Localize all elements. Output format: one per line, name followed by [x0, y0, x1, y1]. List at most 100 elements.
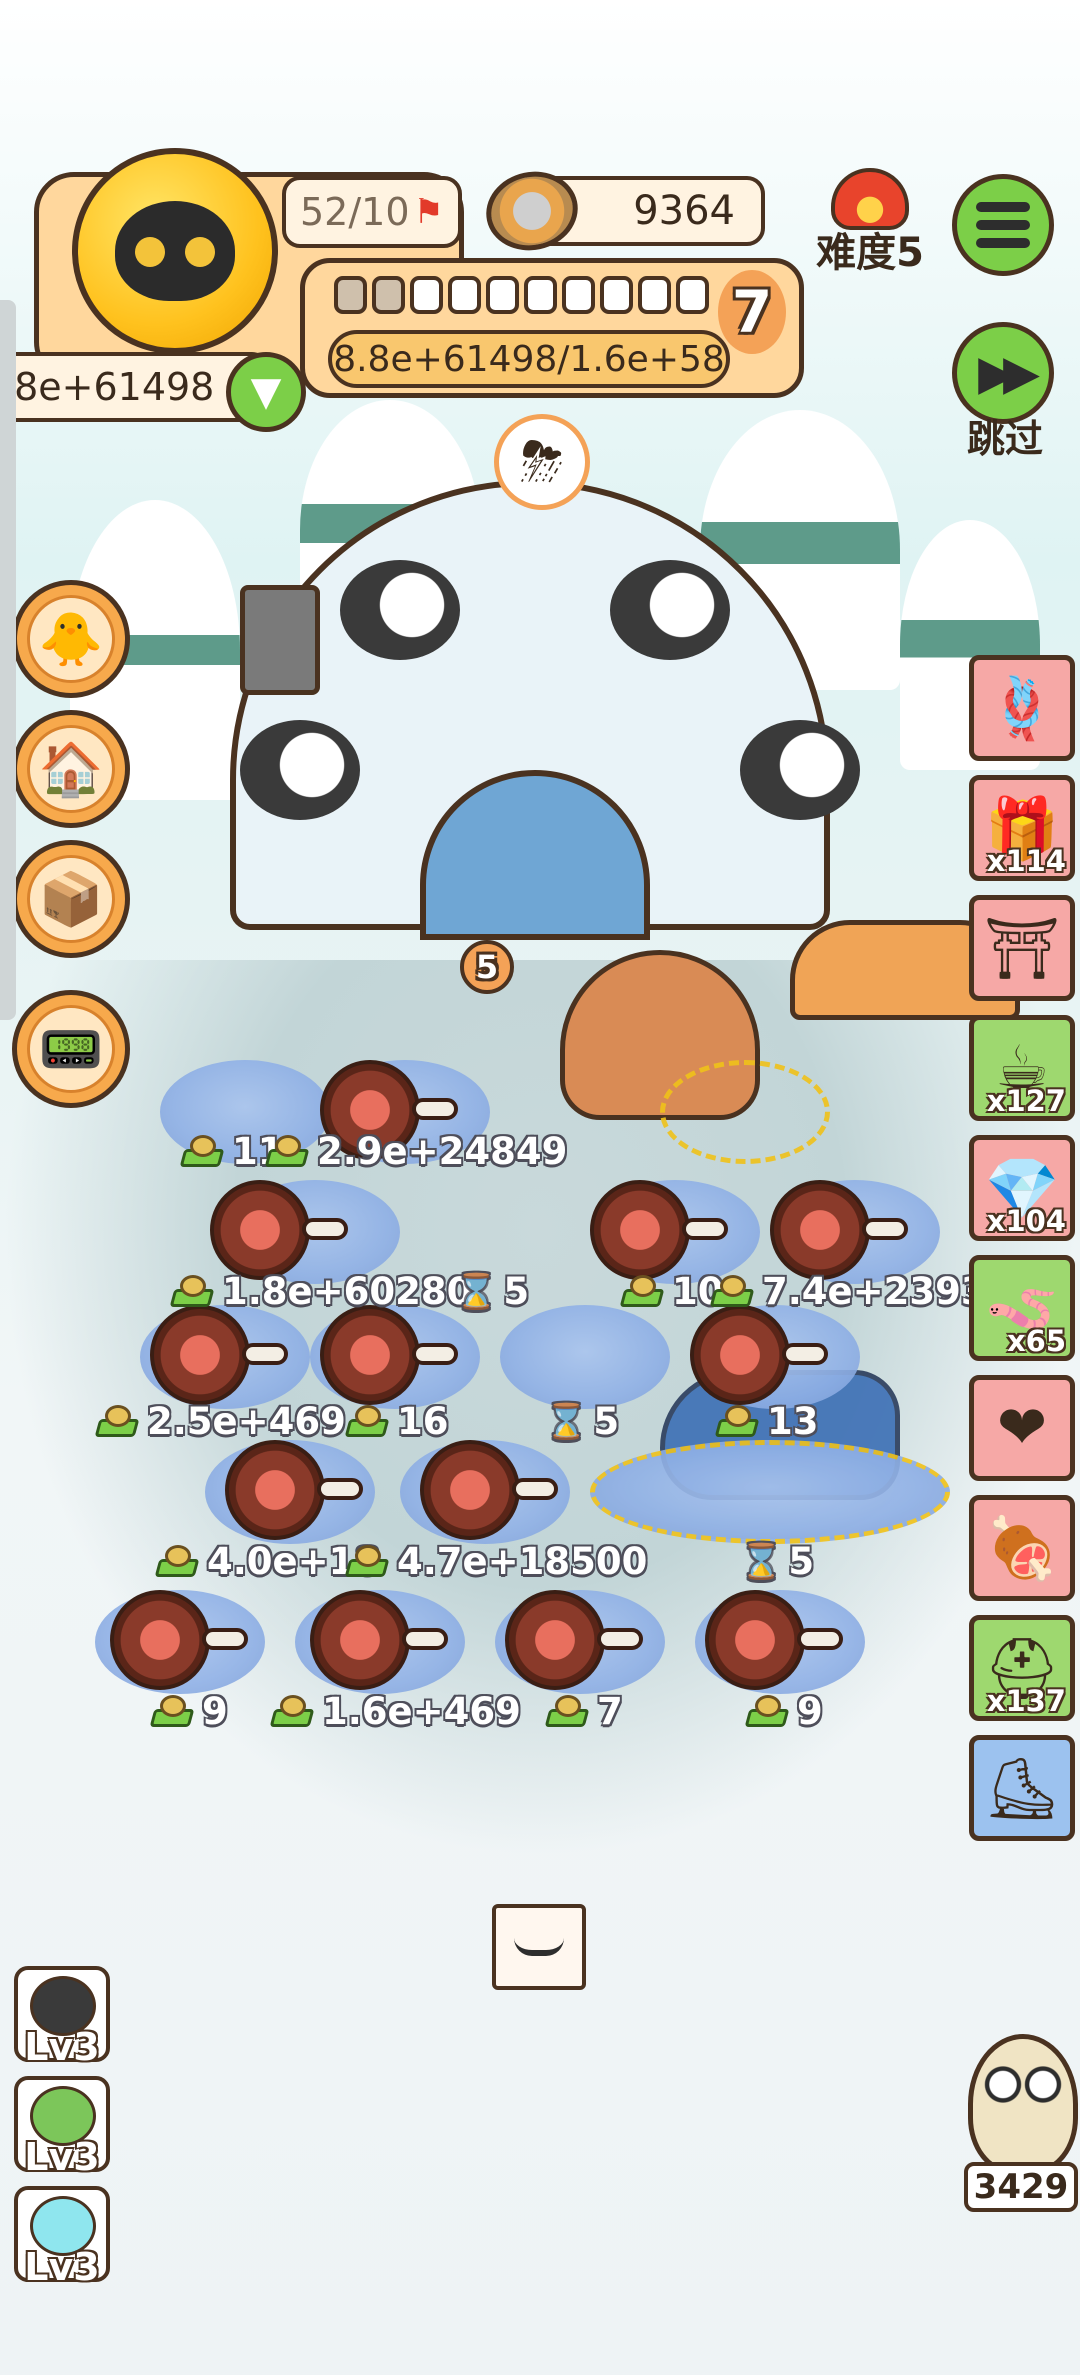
- list-icon: [976, 202, 1030, 212]
- stage-square: [676, 276, 709, 314]
- food-value-text: 16: [397, 1400, 449, 1443]
- meat-icon[interactable]: [320, 1305, 470, 1415]
- item-count: x137: [986, 1684, 1066, 1718]
- item-card-coffee[interactable]: ☕ x127: [969, 1015, 1075, 1121]
- item-card-worms[interactable]: 🪱 x65: [969, 1255, 1075, 1361]
- food-value-label: 1.8e+60280: [169, 1270, 472, 1313]
- weather-button[interactable]: ⛈: [494, 414, 590, 510]
- black-cat-face-icon: [115, 201, 235, 301]
- meal-count-text: 5: [475, 948, 499, 986]
- food-coin-icon: [149, 1694, 196, 1729]
- ice-pad[interactable]: [660, 1060, 830, 1164]
- item-card-gift-sack[interactable]: 🎁 x114: [969, 775, 1075, 881]
- menu-button[interactable]: [952, 174, 1054, 276]
- food-coin-icon: [269, 1694, 316, 1729]
- device-button[interactable]: 📟: [12, 990, 130, 1108]
- timer-label: ⌛ 5: [545, 1400, 619, 1443]
- meat-icon[interactable]: [225, 1440, 375, 1550]
- character-slot-ghost-cat[interactable]: Lv3: [14, 1966, 110, 2066]
- item-count: x104: [986, 1204, 1066, 1238]
- food-value-label: 10: [619, 1270, 724, 1313]
- item-card-lasso[interactable]: 🪢: [969, 655, 1075, 761]
- can-count: 9364: [633, 188, 735, 234]
- item-card-crystal[interactable]: 💎 x104: [969, 1135, 1075, 1241]
- timer-label: ⌛ 5: [740, 1540, 814, 1583]
- character-level: Lv3: [24, 2245, 100, 2289]
- chick-button[interactable]: 🐥: [12, 580, 130, 698]
- item-card-helmet[interactable]: ⛑ x137: [969, 1615, 1075, 1721]
- cat-tower-icon: 🏠: [27, 725, 115, 813]
- meat-icon[interactable]: [705, 1590, 855, 1700]
- stage-square: [486, 276, 519, 314]
- meat-icon[interactable]: [150, 1305, 300, 1415]
- shrine-icon: ⛩: [983, 913, 1061, 984]
- thunderstorm-icon: ⛈: [520, 430, 564, 493]
- dropdown-button[interactable]: ▼: [226, 352, 306, 432]
- screen-edge-bar: [0, 300, 16, 1020]
- puffin: [610, 560, 730, 660]
- item-card-heart-coral[interactable]: ❤: [969, 1375, 1075, 1481]
- food-value-text: 13: [767, 1400, 819, 1443]
- character-slot-cyan-cat[interactable]: Lv3: [14, 2186, 110, 2286]
- meat-icon[interactable]: [110, 1590, 260, 1700]
- food-value-text: 7.4e+2393: [762, 1270, 987, 1313]
- puffin: [240, 720, 360, 820]
- owl-score-text: 3429: [973, 2167, 1069, 2207]
- hourglass-icon: ⌛: [740, 1541, 783, 1582]
- hourglass-icon: ⌛: [545, 1401, 588, 1442]
- stage-number: 7: [718, 270, 786, 354]
- device-icon: 📟: [27, 1005, 115, 1093]
- food-value-label: 1.6e+469: [269, 1690, 521, 1733]
- puffin: [740, 720, 860, 820]
- meat-icon[interactable]: [420, 1440, 570, 1550]
- food-value-text: 4.7e+18500: [397, 1540, 648, 1583]
- box-button[interactable]: 📦: [12, 840, 130, 958]
- character-slot-green-cat[interactable]: Lv3: [14, 2076, 110, 2176]
- hanging-meat-icon: 🍖: [984, 1513, 1060, 1584]
- owl-helper[interactable]: 3429: [964, 2034, 1080, 2214]
- meal-count-badge: 5: [460, 940, 514, 994]
- food-value-label: 9: [744, 1690, 823, 1733]
- item-card-shrine[interactable]: ⛩: [969, 895, 1075, 1001]
- food-coin-icon: [154, 1544, 201, 1579]
- box-icon: 📦: [27, 855, 115, 943]
- meat-icon[interactable]: [505, 1590, 655, 1700]
- meat-icon[interactable]: [690, 1305, 840, 1415]
- flag-icon: ⚑: [413, 192, 444, 232]
- item-count: x114: [986, 844, 1066, 878]
- stage-square: [334, 276, 367, 314]
- chevron-down-icon: [514, 1938, 564, 1956]
- food-coin-icon: [619, 1274, 666, 1309]
- stage-square: [600, 276, 633, 314]
- stage-squares: [334, 276, 714, 320]
- ice-pad[interactable]: [590, 1440, 950, 1544]
- food-value-text: 7: [597, 1690, 623, 1733]
- avatar[interactable]: [72, 148, 278, 354]
- food-value-text: 2.5e+469: [147, 1400, 346, 1443]
- stage-square: [524, 276, 557, 314]
- meat-icon[interactable]: [310, 1590, 460, 1700]
- food-value-label: 16: [344, 1400, 449, 1443]
- item-card-hanging-meat[interactable]: 🍖: [969, 1495, 1075, 1601]
- food-coin-icon: [169, 1274, 216, 1309]
- food-value-text: 1.6e+469: [322, 1690, 521, 1733]
- food-value-label: 4.7e+18500: [344, 1540, 648, 1583]
- skip-label: 跳过: [966, 417, 1043, 461]
- cat-tower-button[interactable]: 🏠: [12, 710, 130, 828]
- item-card-ice-skate[interactable]: ⛸: [969, 1735, 1075, 1841]
- food-value-text: 9: [202, 1690, 228, 1733]
- food-coin-icon: [744, 1694, 791, 1729]
- food-value-label: 13: [714, 1400, 819, 1443]
- power-text: 8.8e+61498/1.6e+58: [333, 338, 725, 380]
- food-value-text: 5: [788, 1540, 815, 1583]
- owl-icon: [968, 2034, 1078, 2174]
- heart-coral-icon: ❤: [996, 1393, 1048, 1463]
- level-progress: 52/10 ⚑: [282, 176, 462, 248]
- collapse-button[interactable]: [492, 1904, 586, 1990]
- ice-pad[interactable]: [500, 1305, 670, 1409]
- difficulty-label: 难度5: [816, 230, 924, 276]
- food-value-text: 9: [797, 1690, 823, 1733]
- difficulty-badge[interactable]: 难度5: [810, 168, 930, 278]
- power-bar: 8.8e+61498/1.6e+58: [328, 330, 730, 388]
- food-value-label: 9: [149, 1690, 228, 1733]
